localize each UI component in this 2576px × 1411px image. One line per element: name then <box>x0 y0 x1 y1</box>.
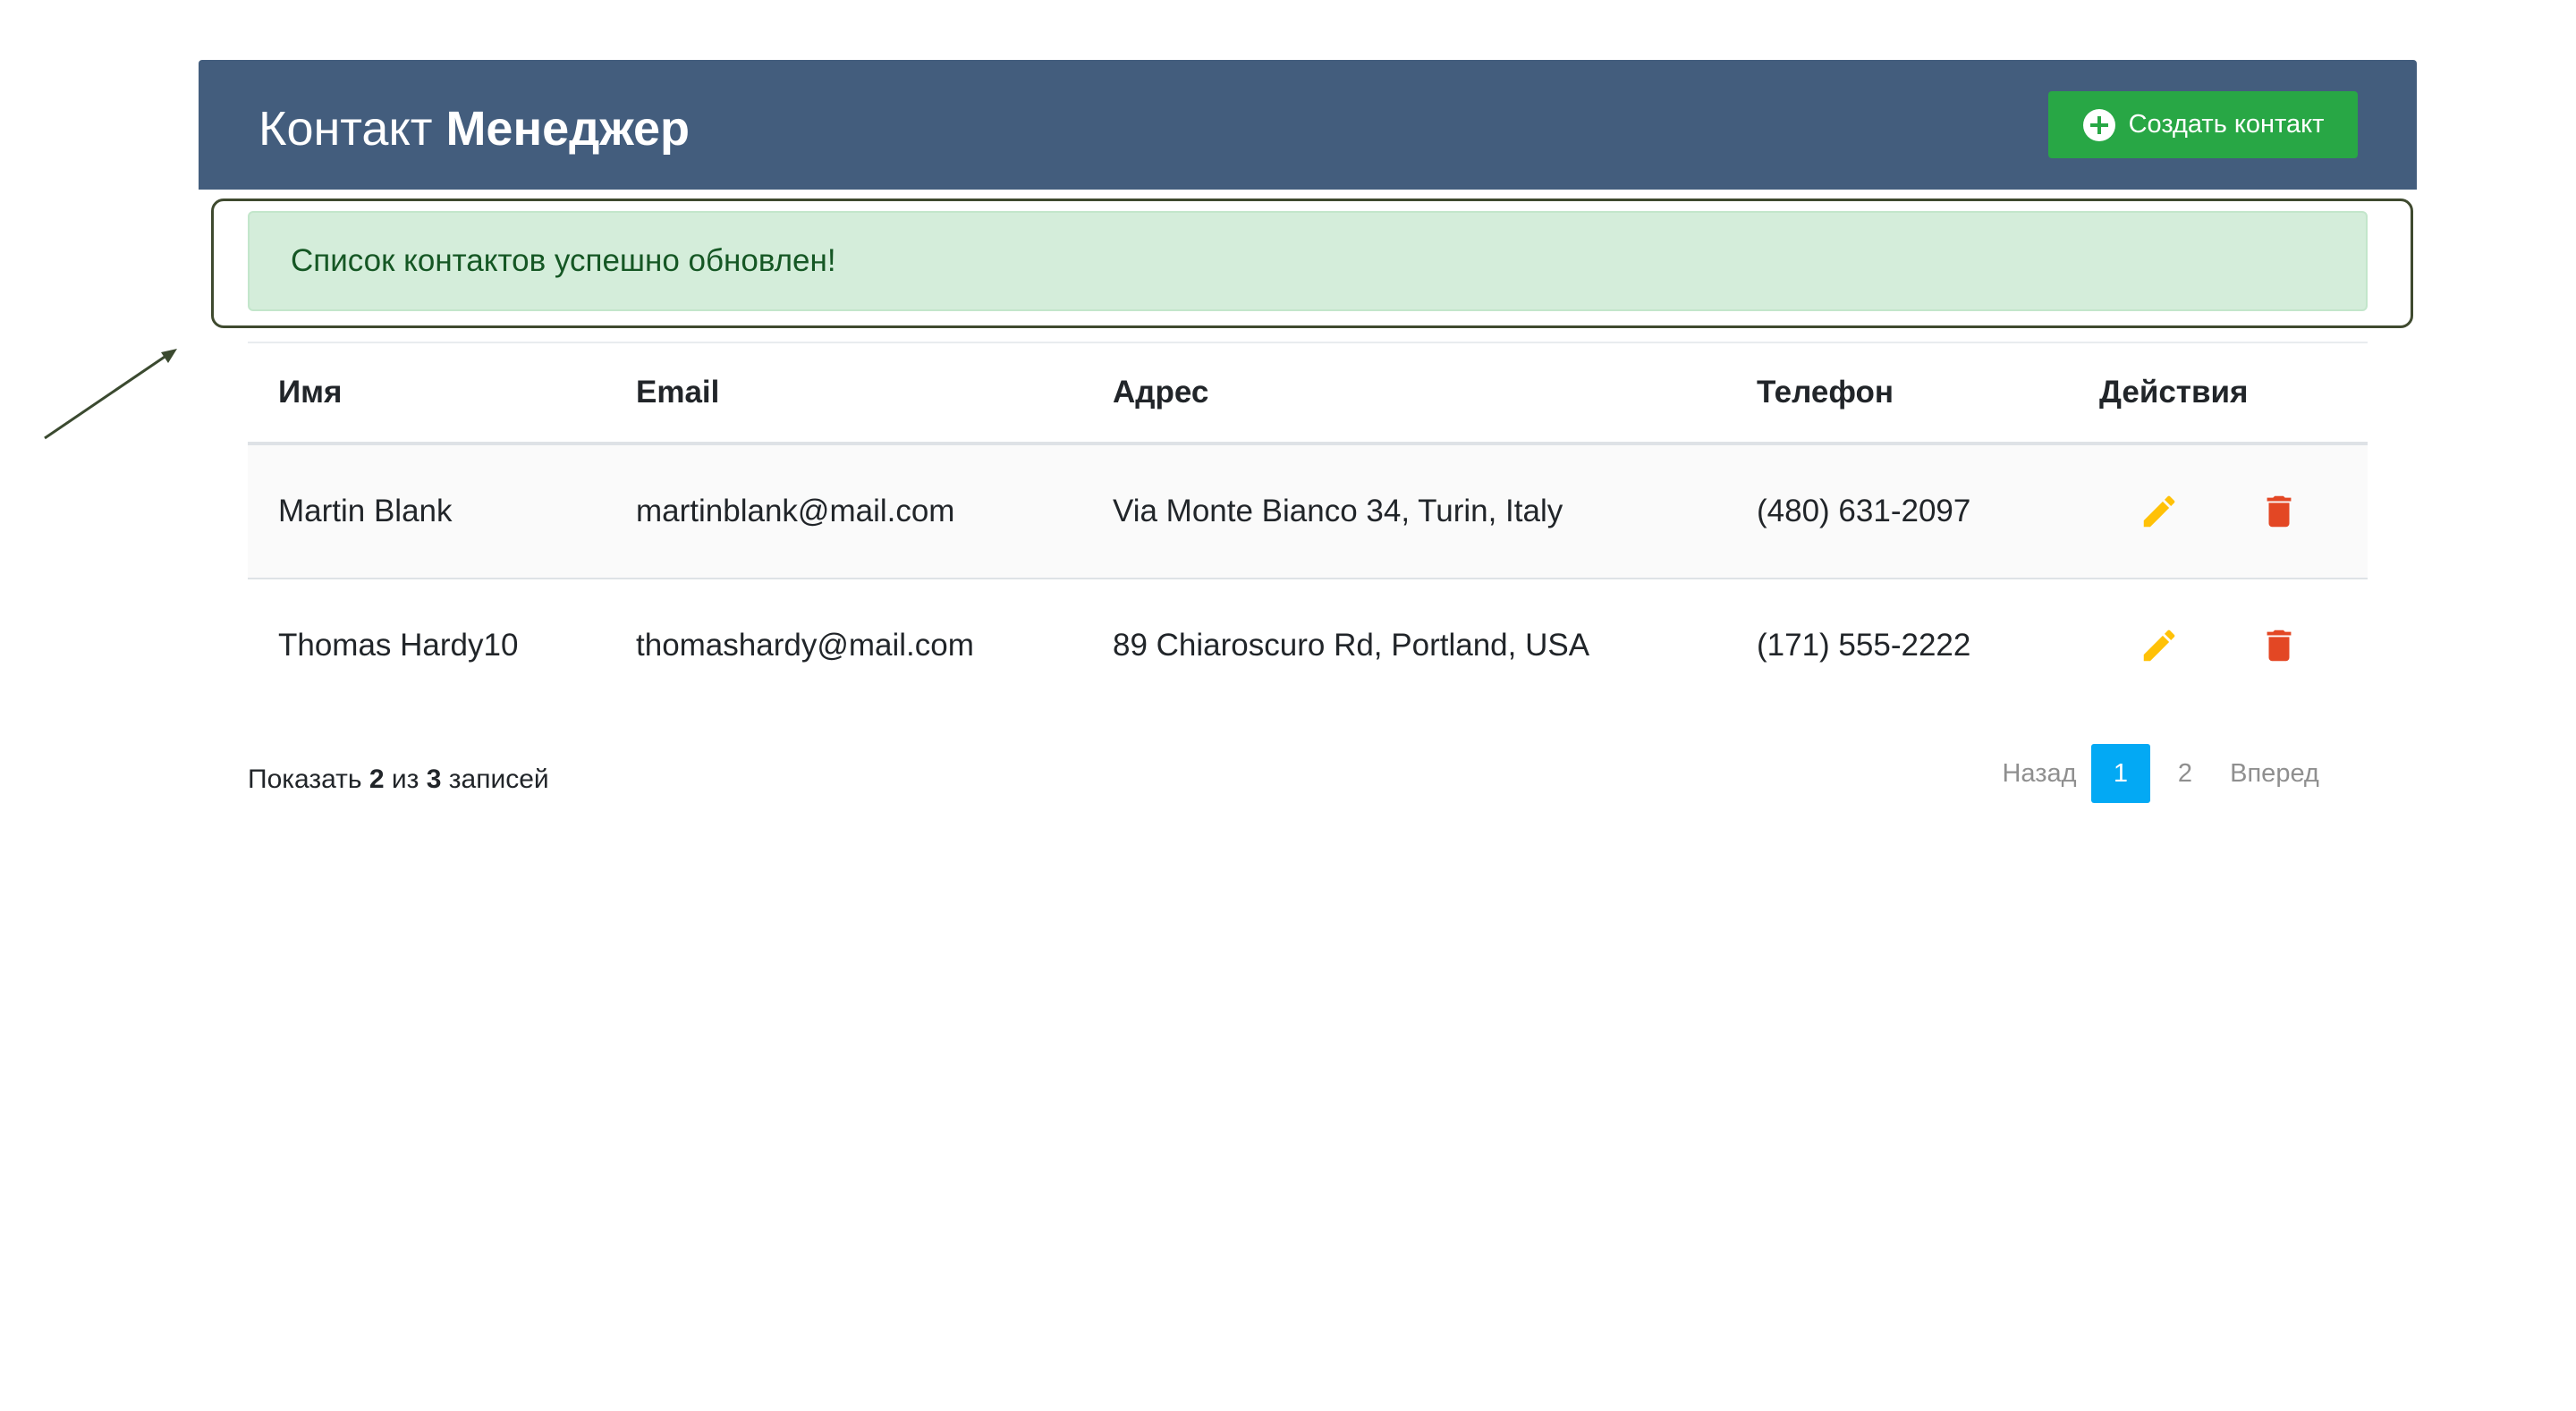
cell-email: thomashardy@mail.com <box>606 578 1082 712</box>
cell-actions <box>2069 578 2368 712</box>
create-contact-label: Создать контакт <box>2128 110 2325 139</box>
pencil-icon[interactable] <box>2139 491 2180 532</box>
records-of-label: из <box>391 765 419 794</box>
pagination-prev[interactable]: Назад <box>1995 744 2084 803</box>
records-show-label: Показать <box>248 765 362 794</box>
pencil-icon[interactable] <box>2139 625 2180 666</box>
trash-icon[interactable] <box>2258 625 2300 666</box>
table-row: Thomas Hardy10 thomashardy@mail.com 89 C… <box>248 578 2368 712</box>
pagination-page-2[interactable]: 2 <box>2156 744 2215 803</box>
cell-name: Martin Blank <box>248 444 606 579</box>
column-header-email: Email <box>606 342 1082 445</box>
records-shown-count: 2 <box>369 765 385 794</box>
cell-address: 89 Chiaroscuro Rd, Portland, USA <box>1082 578 1726 712</box>
contacts-table: Имя Email Адрес Телефон Действия Martin … <box>248 342 2368 712</box>
alert-message: Список контактов успешно обновлен! <box>291 243 836 278</box>
cell-email: martinblank@mail.com <box>606 444 1082 579</box>
create-contact-button[interactable]: Создать контакт <box>2048 91 2358 158</box>
records-summary: Показать 2 из 3 записей <box>248 765 549 795</box>
column-header-actions: Действия <box>2069 342 2368 445</box>
app-title: Контакт Менеджер <box>258 102 690 156</box>
annotation-arrow-icon <box>44 349 177 440</box>
table-row: Martin Blank martinblank@mail.com Via Mo… <box>248 444 2368 579</box>
cell-name: Thomas Hardy10 <box>248 578 606 712</box>
cell-phone: (171) 555-2222 <box>1726 578 2069 712</box>
cell-phone: (480) 631-2097 <box>1726 444 2069 579</box>
records-label: записей <box>448 765 549 794</box>
cell-address: Via Monte Bianco 34, Turin, Italy <box>1082 444 1726 579</box>
table-header-row: Имя Email Адрес Телефон Действия <box>248 342 2368 445</box>
plus-circle-icon <box>2082 108 2116 142</box>
pagination-page-1[interactable]: 1 <box>2091 744 2150 803</box>
cell-actions <box>2069 444 2368 579</box>
success-alert: Список контактов успешно обновлен! <box>248 211 2368 311</box>
records-total-count: 3 <box>426 765 442 794</box>
column-header-phone: Телефон <box>1726 342 2069 445</box>
app-title-bold: Менеджер <box>445 102 690 156</box>
column-header-name: Имя <box>248 342 606 445</box>
trash-icon[interactable] <box>2258 491 2300 532</box>
column-header-address: Адрес <box>1082 342 1726 445</box>
app-header: Контакт Менеджер Создать контакт <box>199 60 2417 190</box>
pagination-next[interactable]: Вперед <box>2225 744 2324 803</box>
app-title-light: Контакт <box>258 102 433 156</box>
